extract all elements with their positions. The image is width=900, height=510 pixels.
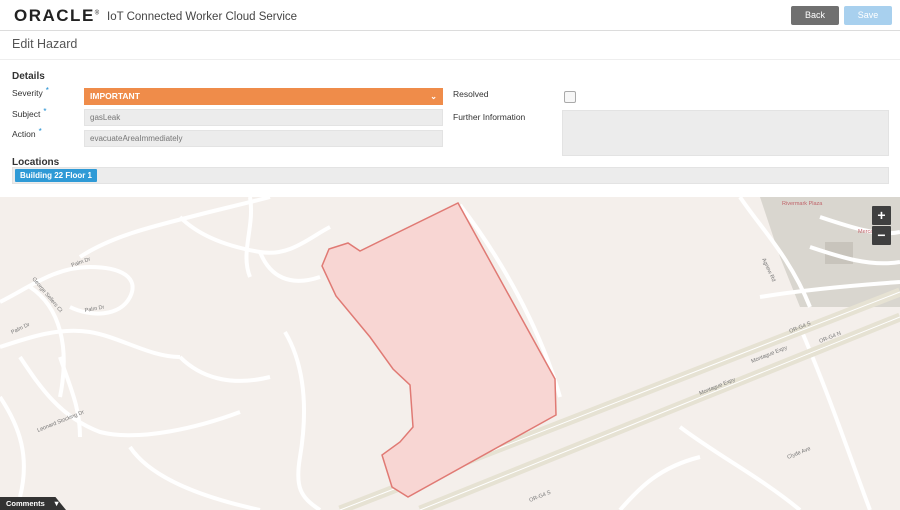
resolved-label: Resolved: [453, 89, 489, 99]
required-marker: *: [45, 86, 49, 95]
zoom-in-button[interactable]: +: [872, 206, 891, 225]
zoom-out-button[interactable]: −: [872, 226, 891, 245]
logo-text: ORACLE: [14, 6, 95, 25]
severity-value: IMPORTANT: [90, 91, 140, 101]
top-bar: ORACLE® IoT Connected Worker Cloud Servi…: [0, 0, 900, 31]
street-label: Clyde Ave: [787, 446, 812, 461]
further-info-textarea[interactable]: [562, 110, 889, 156]
save-button[interactable]: Save: [844, 6, 892, 25]
place-label: Rivermark Plaza: [782, 201, 823, 207]
action-label-text: Action: [12, 129, 36, 139]
subject-input[interactable]: gasLeak: [84, 109, 443, 126]
back-button[interactable]: Back: [791, 6, 839, 25]
resolved-checkbox[interactable]: [564, 91, 576, 103]
required-marker: *: [43, 107, 47, 116]
further-info-label: Further Information: [453, 112, 526, 122]
required-marker: *: [38, 127, 42, 136]
street-label: Palm Dr: [10, 322, 31, 336]
street-label: George Sellers Ct: [30, 276, 63, 314]
app-title: IoT Connected Worker Cloud Service: [107, 11, 298, 23]
locations-field[interactable]: Building 22 Floor 1: [12, 167, 889, 184]
subject-label-text: Subject: [12, 109, 41, 119]
page-title: Edit Hazard: [12, 37, 78, 51]
map-view[interactable]: Palm Dr Palm Dr Palm Dr Leonard Stocking…: [0, 197, 900, 510]
comments-label: Comments: [6, 499, 45, 508]
severity-label: Severity *: [12, 86, 49, 98]
details-section-title: Details: [12, 71, 45, 82]
comments-toggle[interactable]: Comments ▼: [0, 497, 66, 510]
street-label: OR-G4 S: [529, 490, 553, 504]
action-label: Action *: [12, 127, 42, 139]
severity-label-text: Severity: [12, 88, 43, 98]
oracle-logo: ORACLE®: [14, 6, 101, 26]
severity-select[interactable]: IMPORTANT ⌄: [84, 88, 443, 105]
map-canvas: Palm Dr Palm Dr Palm Dr Leonard Stocking…: [0, 197, 900, 510]
hazard-area-polygon[interactable]: [321, 202, 557, 498]
header-divider: [0, 59, 900, 60]
action-input[interactable]: evacuateAreaImmediately: [84, 130, 443, 147]
subject-label: Subject *: [12, 107, 47, 119]
logo-registered: ®: [94, 10, 101, 17]
chevron-down-icon: ⌄: [430, 92, 437, 101]
street-label: Agnew Rd: [760, 257, 776, 283]
location-chip[interactable]: Building 22 Floor 1: [15, 169, 98, 182]
